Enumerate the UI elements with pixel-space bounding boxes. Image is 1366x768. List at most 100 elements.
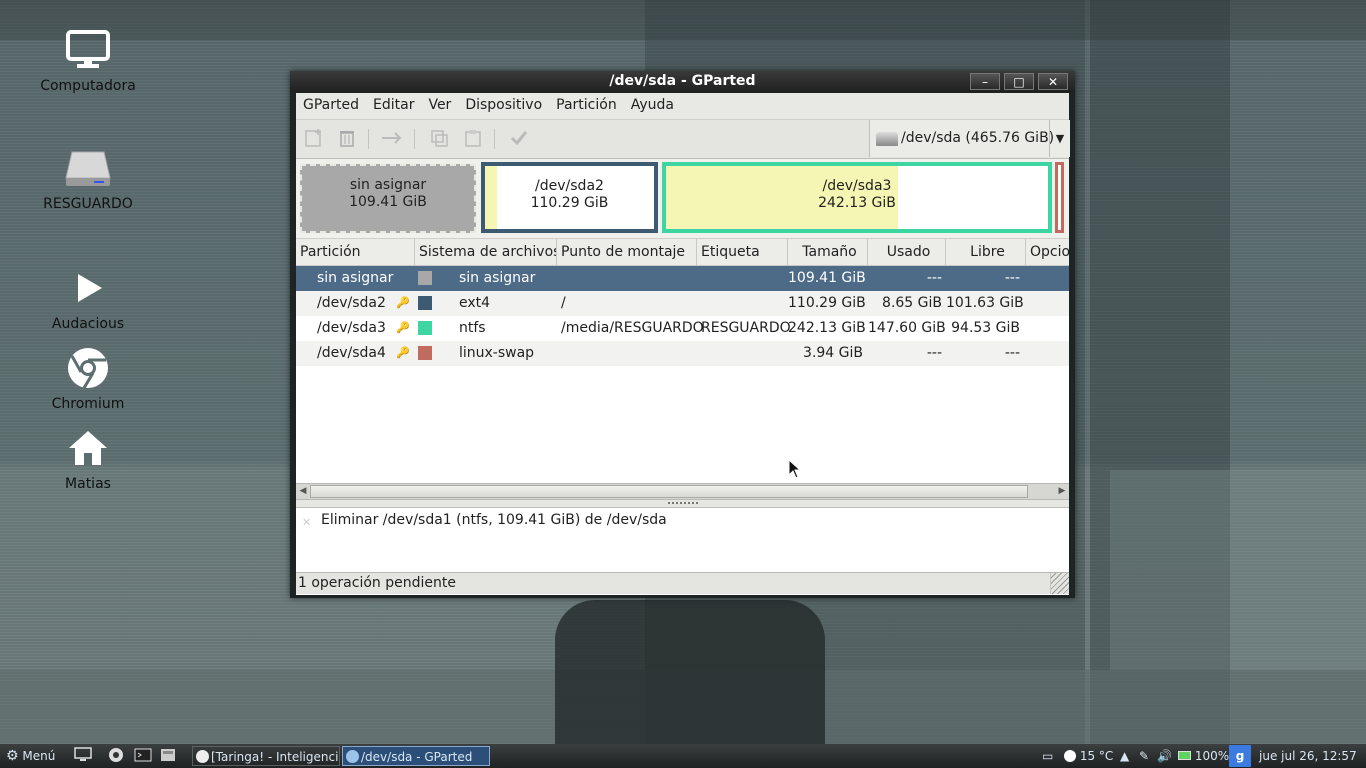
taskbar: ⚙ Menú [Taringa! - Inteligenci... /dev/s… xyxy=(0,744,1366,768)
menu-particion[interactable]: Partición xyxy=(549,93,624,113)
apply-icon[interactable] xyxy=(508,128,530,150)
desktop-icon-chromium[interactable]: Chromium xyxy=(28,344,148,412)
resize-move-icon[interactable] xyxy=(380,128,402,150)
chevron-down-icon[interactable]: ▼ xyxy=(1049,120,1070,157)
graph-partition-size: 242.13 GiB xyxy=(818,195,896,211)
table-row[interactable]: sin asignar sin asignar 109.41 GiB --- -… xyxy=(296,266,1069,291)
battery-applet[interactable]: 100% xyxy=(1178,747,1229,765)
task-label: /dev/sda - GParted xyxy=(361,750,473,764)
cell-label: RESGUARDO xyxy=(701,320,791,336)
delete-icon[interactable] xyxy=(336,128,358,150)
show-desktop-icon[interactable] xyxy=(74,747,92,765)
column-header-particion[interactable]: Partición xyxy=(296,239,415,265)
device-selector[interactable]: /dev/sda (465.76 GiB) ▼ xyxy=(869,120,1070,157)
scrollbar-thumb[interactable] xyxy=(310,485,1028,498)
display-icon[interactable]: ▭ xyxy=(1042,747,1056,765)
terminal-icon[interactable] xyxy=(134,747,152,765)
desktop-icon-label: RESGUARDO xyxy=(43,196,133,212)
volume-icon[interactable]: 🔊 xyxy=(1157,747,1172,765)
google-search-icon[interactable]: g xyxy=(1229,745,1251,767)
toolbar: /dev/sda (465.76 GiB) ▼ xyxy=(296,120,1070,159)
cell-mountpoint: /media/RESGUARDO xyxy=(561,320,704,336)
scroll-right-icon[interactable]: ▶ xyxy=(1056,484,1068,499)
graph-partition-name: sin asignar xyxy=(349,177,427,193)
cell-partition: /dev/sda4 xyxy=(317,345,386,361)
task-gparted[interactable]: /dev/sda - GParted xyxy=(342,746,490,766)
gear-icon: ⚙ xyxy=(6,748,19,764)
menu-ver[interactable]: Ver xyxy=(421,93,458,113)
column-header-usado[interactable]: Usado xyxy=(868,239,946,265)
task-taringa[interactable]: [Taringa! - Inteligenci... xyxy=(192,746,340,766)
table-row[interactable]: /dev/sda2 🔑 ext4 / 110.29 GiB 8.65 GiB 1… xyxy=(296,291,1069,316)
cell-free: 94.53 GiB xyxy=(951,320,1020,336)
column-header-libre[interactable]: Libre xyxy=(946,239,1026,265)
toolbar-separator xyxy=(494,129,495,149)
cell-used: 8.65 GiB xyxy=(882,295,942,311)
menu-editar[interactable]: Editar xyxy=(366,93,421,113)
table-row[interactable]: /dev/sda4 🔑 linux-swap 3.94 GiB --- --- xyxy=(296,341,1069,366)
mouse-pointer-icon xyxy=(788,458,802,483)
cell-filesystem: linux-swap xyxy=(459,345,535,361)
menu-ayuda[interactable]: Ayuda xyxy=(624,93,681,113)
cell-free: --- xyxy=(1004,270,1020,286)
file-manager-icon[interactable] xyxy=(160,747,178,765)
operation-item[interactable]: Eliminar /dev/sda1 (ntfs, 109.41 GiB) de… xyxy=(321,512,667,528)
monitor-icon xyxy=(28,26,148,74)
graph-partition-sda4[interactable] xyxy=(1055,162,1064,233)
desktop-icon-audacious[interactable]: Audacious xyxy=(28,264,148,332)
new-partition-icon[interactable] xyxy=(303,128,325,150)
column-header-sistema[interactable]: Sistema de archivos xyxy=(415,239,557,265)
clock[interactable]: jue jul 26, 12:57 xyxy=(1259,747,1357,765)
cell-partition: /dev/sda2 xyxy=(317,295,386,311)
graph-partition-sda2[interactable]: /dev/sda2 110.29 GiB xyxy=(481,162,658,233)
menu-label: Menú xyxy=(22,749,56,763)
desktop-icon-label: Chromium xyxy=(51,396,125,412)
cell-filesystem: ntfs xyxy=(459,320,486,336)
minimize-button[interactable]: – xyxy=(970,73,1000,90)
device-selector-label: /dev/sda (465.76 GiB) xyxy=(901,130,1055,146)
desktop-icon-label: Computadora xyxy=(40,78,136,94)
horizontal-scrollbar[interactable]: ◀ ▶ xyxy=(296,483,1069,500)
resize-grip[interactable] xyxy=(1050,573,1069,594)
window-titlebar[interactable]: /dev/sda - GParted – □ ✕ xyxy=(290,71,1075,92)
cell-size: 110.29 GiB xyxy=(788,295,866,311)
close-button[interactable]: ✕ xyxy=(1038,73,1068,90)
menu-button[interactable]: ⚙ Menú xyxy=(6,747,55,765)
copy-icon[interactable] xyxy=(428,128,450,150)
column-header-opciones[interactable]: Opcio xyxy=(1026,239,1069,265)
menubar: GParted Editar Ver Dispositivo Partición Ayud… xyxy=(296,93,1069,120)
play-icon xyxy=(28,264,148,312)
gparted-icon xyxy=(346,750,359,763)
menu-dispositivo[interactable]: Dispositivo xyxy=(458,93,549,113)
cell-used: --- xyxy=(926,345,942,361)
graph-partition-sda3[interactable]: /dev/sda3 242.13 GiB xyxy=(662,162,1052,233)
column-header-tamano[interactable]: Tamaño xyxy=(788,239,868,265)
wallpaper-band xyxy=(1110,470,1366,670)
maximize-button[interactable]: □ xyxy=(1004,73,1034,90)
status-text: 1 operación pendiente xyxy=(298,575,456,591)
paste-icon[interactable] xyxy=(462,128,484,150)
window-title: /dev/sda - GParted xyxy=(609,73,756,89)
weather-applet[interactable]: 15 °C xyxy=(1064,747,1113,765)
desktop-icon-matias[interactable]: Matias xyxy=(28,424,148,492)
column-header-etiqueta[interactable]: Etiqueta xyxy=(697,239,788,265)
table-row[interactable]: /dev/sda3 🔑 ntfs /media/RESGUARDO RESGUA… xyxy=(296,316,1069,341)
color-swatch xyxy=(418,346,432,360)
browser-icon[interactable] xyxy=(108,747,126,765)
graph-partition-unallocated[interactable]: sin asignar 109.41 GiB xyxy=(300,164,476,233)
pen-icon[interactable]: ✎ xyxy=(1139,747,1149,765)
graph-partition-size: 110.29 GiB xyxy=(530,195,609,211)
battery-level: 100% xyxy=(1194,749,1230,763)
column-header-punto[interactable]: Punto de montaje xyxy=(557,239,697,265)
cell-filesystem: sin asignar xyxy=(459,270,536,286)
graph-partition-size: 109.41 GiB xyxy=(349,194,427,210)
network-icon[interactable]: ▲ xyxy=(1120,747,1129,765)
cell-size: 242.13 GiB xyxy=(788,320,866,336)
chromium-icon xyxy=(28,344,148,392)
scroll-left-icon[interactable]: ◀ xyxy=(297,484,309,499)
menu-gparted[interactable]: GParted xyxy=(296,93,366,113)
harddisk-icon xyxy=(876,132,898,146)
desktop-icon-resguardo[interactable]: RESGUARDO xyxy=(28,144,148,212)
desktop-icon-computadora[interactable]: Computadora xyxy=(28,26,148,94)
color-swatch xyxy=(418,271,432,285)
